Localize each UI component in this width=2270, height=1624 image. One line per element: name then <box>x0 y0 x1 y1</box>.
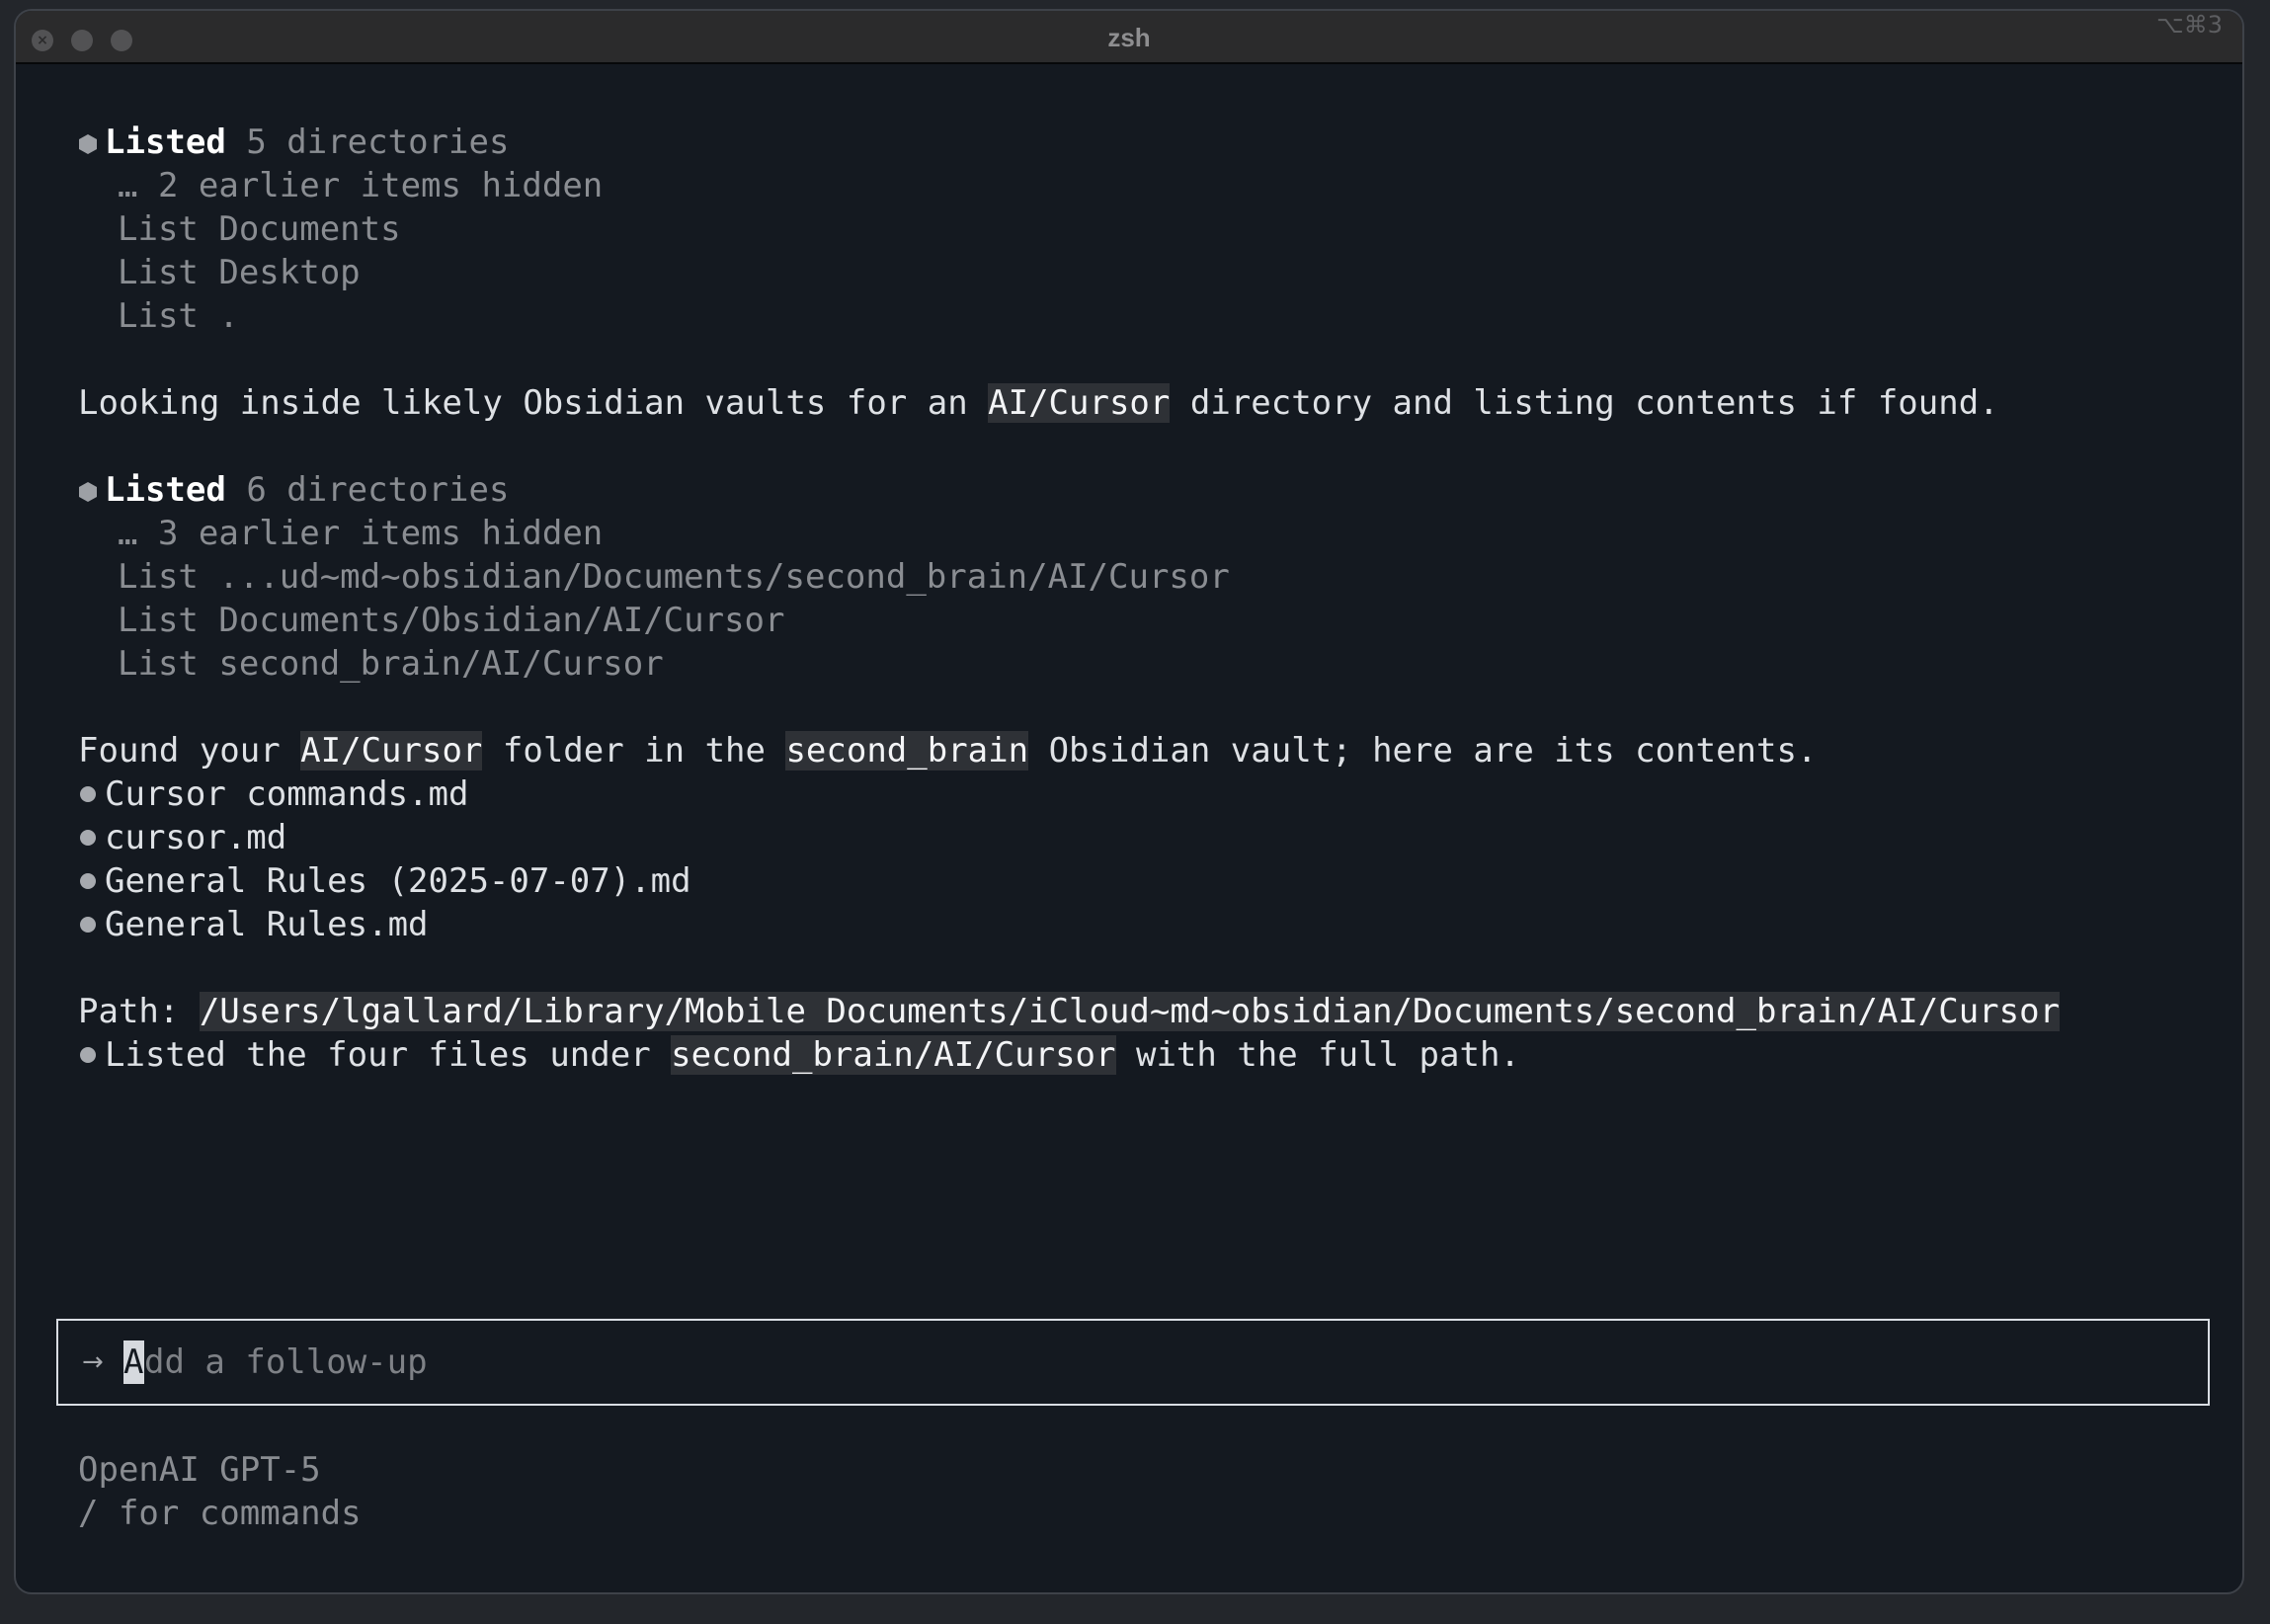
inline-code: AI/Cursor <box>300 731 483 771</box>
file-list-item: General Rules.md <box>65 903 429 946</box>
commands-hint: / for commands <box>78 1494 362 1533</box>
assistant-message: Found your AI/Cursor folder in the secon… <box>78 729 1817 772</box>
tool-call-summary: 5 directories <box>246 122 510 162</box>
tool-call-heading: Listed 5 directories <box>65 121 509 164</box>
summary-line: Listed the four files under second_brain… <box>65 1033 1520 1077</box>
tool-call-verb: Listed <box>105 122 226 162</box>
tool-hex-icon <box>79 482 97 502</box>
terminal-output[interactable]: Listed 5 directories … 2 earlier items h… <box>16 64 2242 1592</box>
inline-code: second_brain <box>785 731 1029 771</box>
model-name: OpenAI GPT-5 <box>78 1450 321 1490</box>
hidden-items-note[interactable]: … 3 earlier items hidden <box>118 512 603 555</box>
bullet-icon <box>80 873 96 889</box>
tool-call-item: List second_brain/AI/Cursor <box>118 644 664 684</box>
message-text: Obsidian vault; here are its contents. <box>1028 731 1818 771</box>
summary-text: Listed the four files under <box>105 1035 672 1075</box>
message-text: directory and listing contents if found. <box>1170 383 1999 423</box>
bullet-icon <box>80 830 96 846</box>
terminal-window: × zsh ⌥⌘3 Listed 5 directories … 2 earli… <box>14 9 2244 1594</box>
title-bar: × zsh ⌥⌘3 <box>16 11 2242 64</box>
hidden-items-note[interactable]: … 2 earlier items hidden <box>118 164 603 207</box>
follow-up-input[interactable]: → A dd a follow-up <box>56 1319 2210 1406</box>
path-line: Path: /Users/lgallard/Library/Mobile Doc… <box>78 990 2061 1033</box>
file-name: General Rules.md <box>105 905 429 944</box>
file-name: Cursor commands.md <box>105 774 469 814</box>
bullet-icon <box>80 786 96 802</box>
follow-up-placeholder: dd a follow-up <box>144 1342 428 1382</box>
inline-code: AI/Cursor <box>988 383 1171 423</box>
file-list-item: cursor.md <box>65 816 286 859</box>
file-list-item: General Rules (2025-07-07).md <box>65 859 691 903</box>
file-name: cursor.md <box>105 818 287 857</box>
tool-call-item: List Documents <box>118 209 401 249</box>
message-text: Found your <box>78 731 301 771</box>
message-text: folder in the <box>482 731 786 771</box>
summary-text: with the full path. <box>1115 1035 1520 1075</box>
file-name: General Rules (2025-07-07).md <box>105 861 691 901</box>
window-shortcut: ⌥⌘3 <box>2156 11 2223 39</box>
window-title: zsh <box>1107 23 1151 52</box>
tool-call-item: List Desktop <box>118 253 361 292</box>
arrow-right-icon: → <box>82 1347 104 1377</box>
tool-call-heading: Listed 6 directories <box>65 468 509 512</box>
assistant-message: Looking inside likely Obsidian vaults fo… <box>78 381 1999 425</box>
message-text: Looking inside likely Obsidian vaults fo… <box>78 383 989 423</box>
cursor-character: A <box>123 1342 144 1382</box>
bullet-icon <box>80 917 96 933</box>
tool-call-item: List . <box>118 296 239 336</box>
tool-call-summary: 6 directories <box>246 470 510 510</box>
path-label: Path: <box>78 992 200 1031</box>
inline-code: second_brain/AI/Cursor <box>671 1035 1116 1075</box>
tool-call-item: List Documents/Obsidian/AI/Cursor <box>118 601 785 640</box>
path-value: /Users/lgallard/Library/Mobile Documents… <box>199 992 2061 1031</box>
tool-hex-icon <box>79 134 97 154</box>
tool-call-item: List ...ud~md~obsidian/Documents/second_… <box>118 557 1230 597</box>
bullet-icon <box>80 1047 96 1063</box>
file-list-item: Cursor commands.md <box>65 772 468 816</box>
tool-call-verb: Listed <box>105 470 226 510</box>
